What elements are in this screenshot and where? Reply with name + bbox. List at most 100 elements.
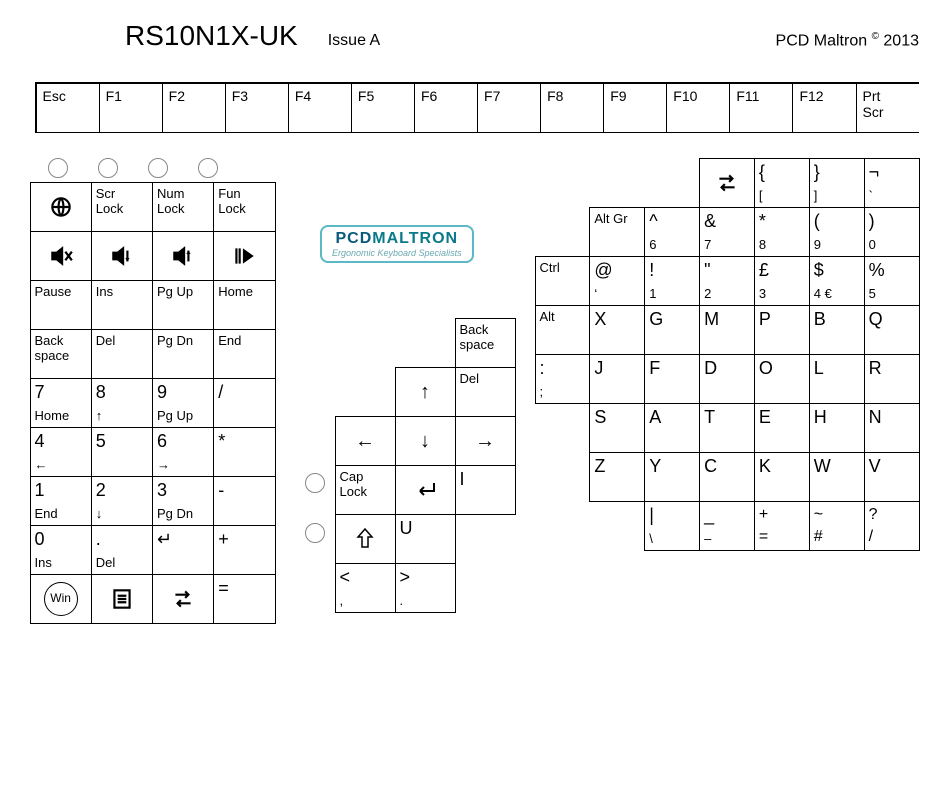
function-key[interactable]: Esc [36, 83, 100, 133]
key[interactable]: B [809, 305, 865, 355]
key[interactable]: E [754, 403, 810, 453]
key[interactable]: £3 [754, 256, 810, 306]
key[interactable]: FunLock [213, 182, 275, 232]
key[interactable]: ^6 [644, 207, 700, 257]
key[interactable]: + [213, 525, 275, 575]
key[interactable] [152, 574, 214, 624]
key[interactable]: H [809, 403, 865, 453]
key[interactable]: 1End [30, 476, 92, 526]
key[interactable]: <, [335, 563, 396, 613]
key[interactable]: Win [30, 574, 92, 624]
key[interactable]: U [395, 514, 456, 564]
function-key[interactable]: PrtScr [856, 83, 919, 133]
key[interactable]: !1 [644, 256, 700, 306]
key[interactable]: A [644, 403, 700, 453]
key[interactable]: / [213, 378, 275, 428]
key[interactable]: $4 € [809, 256, 865, 306]
function-key[interactable]: F6 [414, 83, 478, 133]
key[interactable]: = [213, 574, 275, 624]
key[interactable]: S [589, 403, 645, 453]
key[interactable]: P [754, 305, 810, 355]
key[interactable]: 2↓ [91, 476, 153, 526]
key[interactable]: W [809, 452, 865, 502]
key[interactable]: Pg Up [152, 280, 214, 330]
key[interactable]: >. [395, 563, 456, 613]
key[interactable]: Ins [91, 280, 153, 330]
key[interactable]: 3Pg Dn [152, 476, 214, 526]
key[interactable]: R [864, 354, 920, 404]
key[interactable]: O [754, 354, 810, 404]
function-key[interactable]: F5 [351, 83, 415, 133]
key[interactable]: ?/ [864, 501, 920, 551]
function-key[interactable]: F3 [225, 83, 289, 133]
key[interactable]: CapLock [335, 465, 396, 515]
key[interactable]: .Del [91, 525, 153, 575]
key[interactable]: 5 [91, 427, 153, 477]
key[interactable]: (9 [809, 207, 865, 257]
function-key[interactable]: F9 [603, 83, 667, 133]
key[interactable]: ↵ [152, 525, 214, 575]
key[interactable]: 9Pg Up [152, 378, 214, 428]
key[interactable]: ↑ [395, 367, 456, 417]
key[interactable]: *8 [754, 207, 810, 257]
key[interactable] [395, 465, 456, 515]
key[interactable]: @‘ [589, 256, 645, 306]
key[interactable]: C [699, 452, 755, 502]
key[interactable]: F [644, 354, 700, 404]
key[interactable]: Del [91, 329, 153, 379]
key[interactable]: |\ [644, 501, 700, 551]
key[interactable]: Y [644, 452, 700, 502]
key[interactable]: 6→ [152, 427, 214, 477]
key[interactable]: → [455, 416, 516, 466]
key[interactable]: :; [535, 354, 591, 404]
key[interactable]: I [455, 465, 516, 515]
function-key[interactable]: F8 [540, 83, 604, 133]
key[interactable]: Pg Dn [152, 329, 214, 379]
function-key[interactable]: F4 [288, 83, 352, 133]
key[interactable]: Z [589, 452, 645, 502]
key[interactable]: V [864, 452, 920, 502]
key[interactable]: += [754, 501, 810, 551]
function-key[interactable]: F10 [666, 83, 730, 133]
key[interactable]: 4← [30, 427, 92, 477]
function-key[interactable]: F12 [792, 83, 856, 133]
key[interactable] [152, 231, 214, 281]
key[interactable]: Del [455, 367, 516, 417]
key[interactable]: Pause [30, 280, 92, 330]
function-key[interactable]: F7 [477, 83, 541, 133]
key[interactable]: 8↑ [91, 378, 153, 428]
key[interactable]: X [589, 305, 645, 355]
key[interactable]: Alt Gr [589, 207, 645, 257]
key[interactable]: J [589, 354, 645, 404]
key[interactable]: T [699, 403, 755, 453]
key[interactable]: K [754, 452, 810, 502]
key[interactable]: 0Ins [30, 525, 92, 575]
key[interactable]: &7 [699, 207, 755, 257]
key[interactable]: }] [809, 158, 865, 208]
key[interactable]: %5 [864, 256, 920, 306]
key[interactable]: "2 [699, 256, 755, 306]
key[interactable]: ScrLock [91, 182, 153, 232]
key[interactable] [30, 231, 92, 281]
key[interactable]: - [213, 476, 275, 526]
key[interactable]: L [809, 354, 865, 404]
key[interactable]: Backspace [455, 318, 516, 368]
key[interactable]: _– [699, 501, 755, 551]
key[interactable]: 7Home [30, 378, 92, 428]
key[interactable]: End [213, 329, 275, 379]
key[interactable]: G [644, 305, 700, 355]
key[interactable] [91, 231, 153, 281]
key[interactable]: ¬` [864, 158, 920, 208]
key[interactable]: M [699, 305, 755, 355]
key[interactable]: ← [335, 416, 396, 466]
key[interactable]: Home [213, 280, 275, 330]
key[interactable] [30, 182, 92, 232]
key[interactable]: N [864, 403, 920, 453]
key[interactable] [213, 231, 275, 281]
key[interactable]: {[ [754, 158, 810, 208]
key[interactable]: Q [864, 305, 920, 355]
key[interactable]: ~# [809, 501, 865, 551]
key[interactable] [699, 158, 755, 208]
function-key[interactable]: F1 [99, 83, 163, 133]
key[interactable]: * [213, 427, 275, 477]
